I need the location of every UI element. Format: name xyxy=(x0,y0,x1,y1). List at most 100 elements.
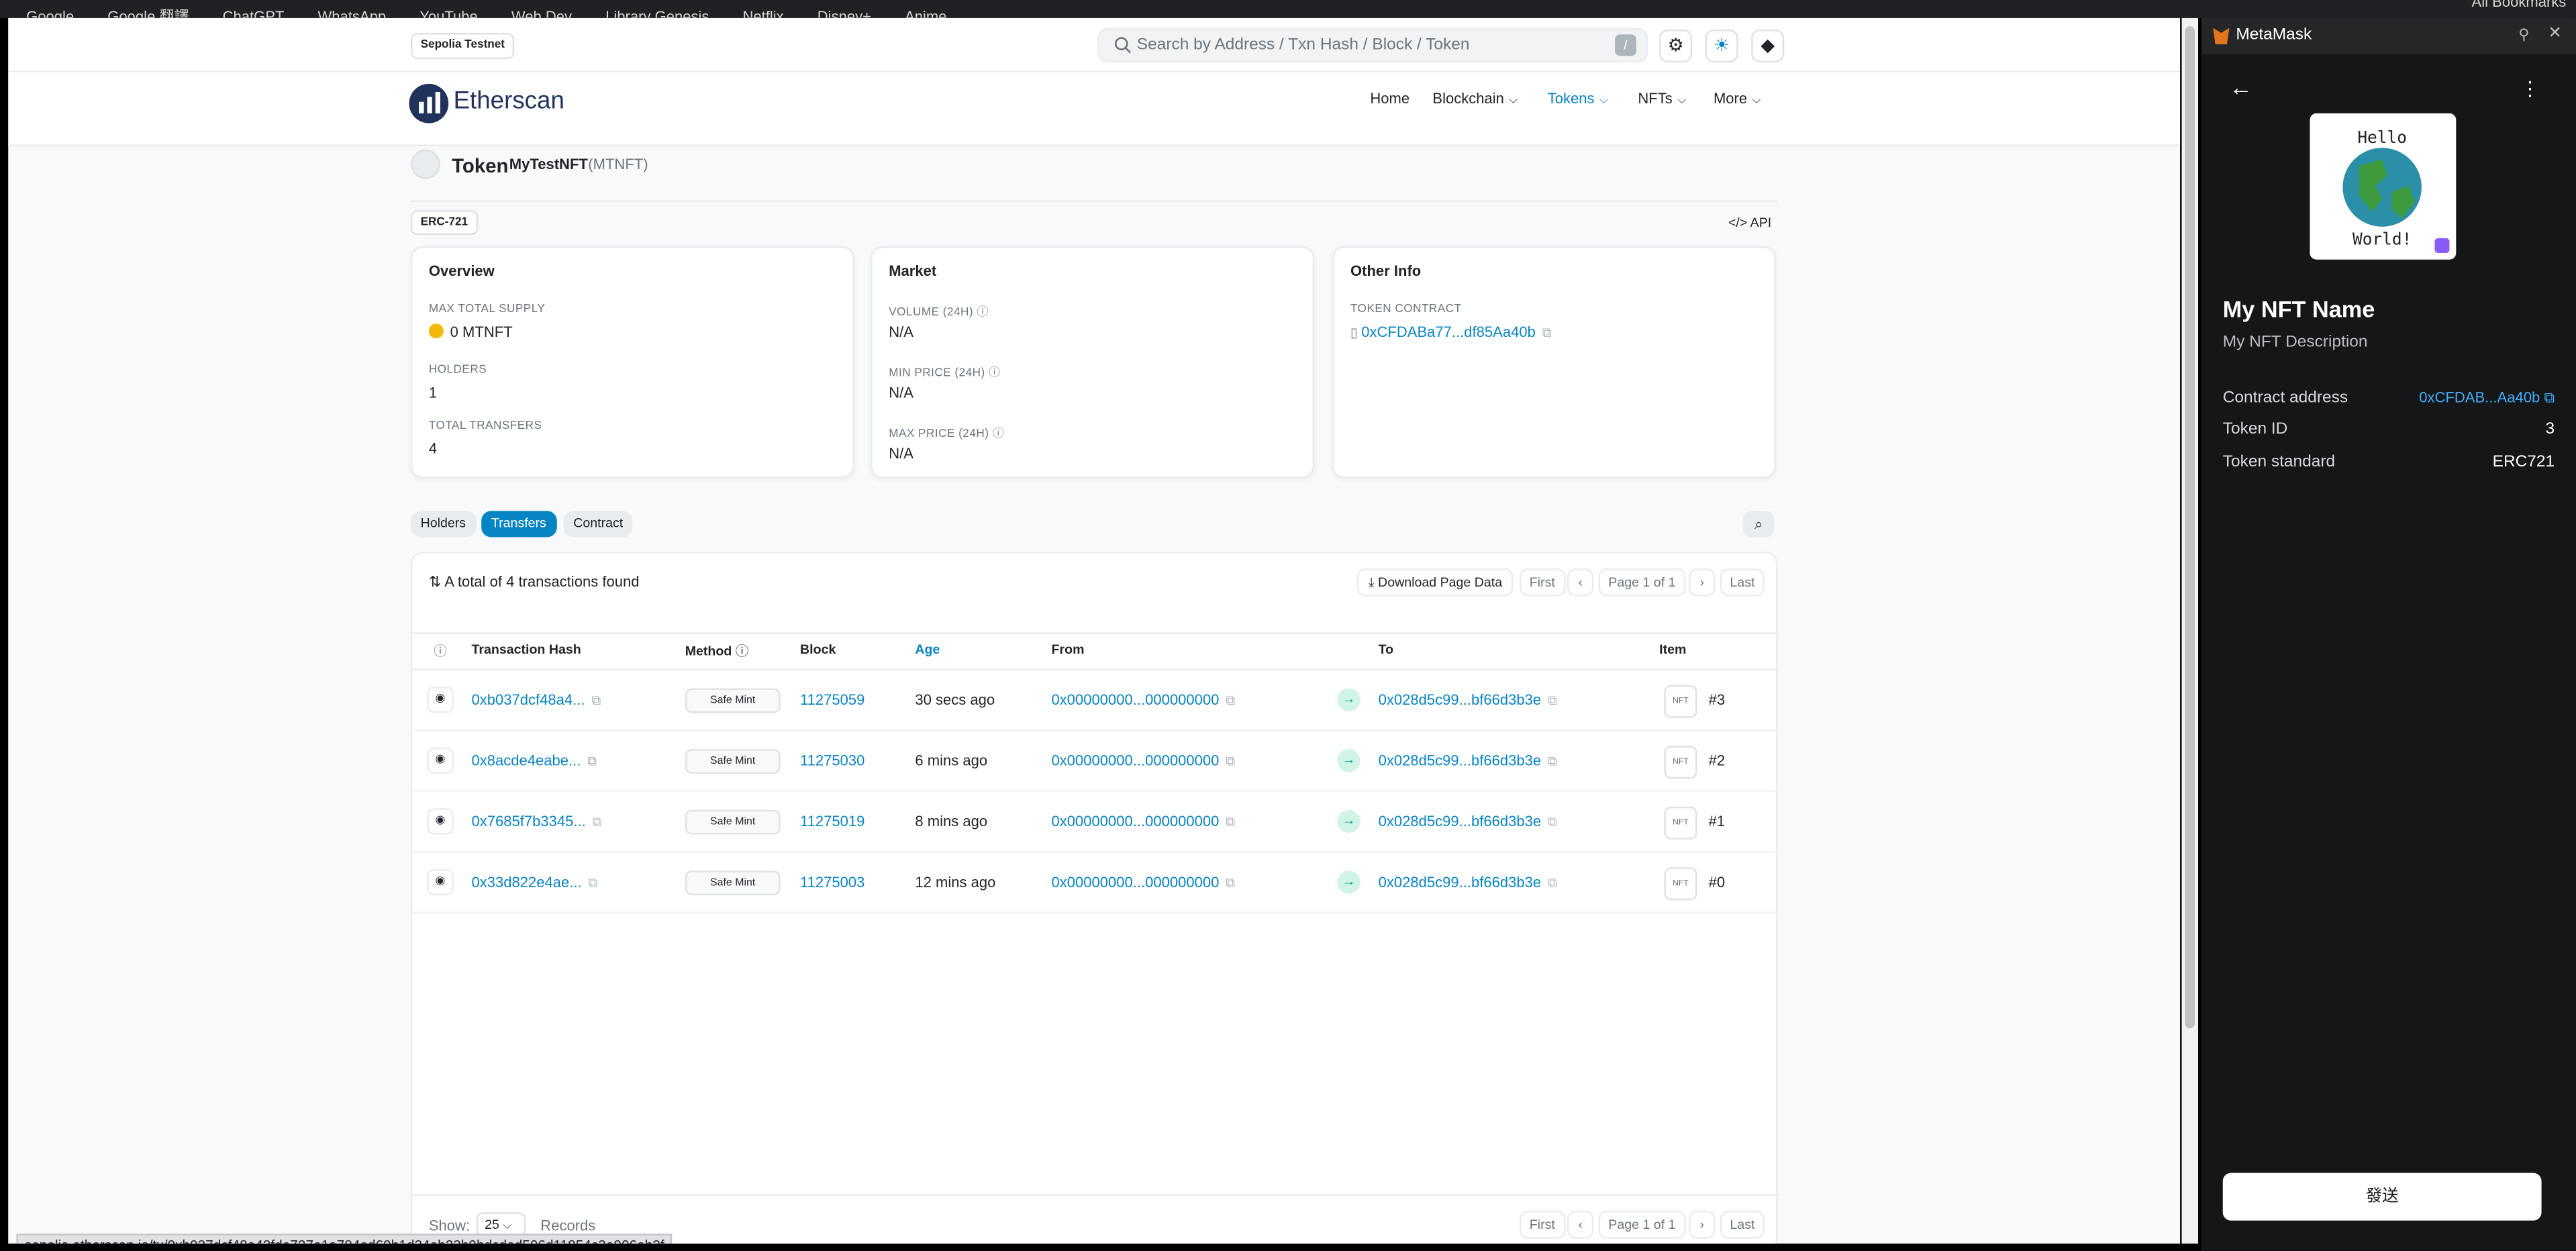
nav-nfts[interactable]: NFTs ⌵ xyxy=(1638,91,1686,109)
settings-icon[interactable]: ⚙ xyxy=(1659,30,1693,63)
to-address-link[interactable]: 0x028d5c99...bf66d3b3e ⧉ xyxy=(1379,874,1557,892)
item-id[interactable]: #1 xyxy=(1709,813,1726,830)
last-page-button[interactable]: Last xyxy=(1720,1210,1765,1239)
tx-hash-link[interactable]: 0xb037dcf48a4... ⧉ xyxy=(471,691,601,709)
copy-icon[interactable]: ⧉ xyxy=(587,754,597,768)
info-icon[interactable]: ⓘ xyxy=(736,644,749,658)
help-icon[interactable]: ⓘ xyxy=(434,642,447,660)
col-age[interactable]: Age xyxy=(915,642,940,657)
document-icon: ▯ xyxy=(1350,325,1362,340)
block-link[interactable]: 11275059 xyxy=(800,691,864,707)
copy-icon[interactable]: ⧉ xyxy=(1226,754,1235,768)
contract-address-value[interactable]: 0xCFDAB...Aa40b ⧉ xyxy=(2419,389,2555,407)
to-address-link[interactable]: 0x028d5c99...bf66d3b3e ⧉ xyxy=(1379,813,1557,832)
item-id[interactable]: #3 xyxy=(1709,691,1726,707)
bookmark-item[interactable]: Netflix xyxy=(742,9,783,17)
sort-icon[interactable]: ⇅ xyxy=(429,573,444,589)
bookmark-item[interactable]: Google 翻譯 xyxy=(107,9,189,17)
bookmark-item[interactable]: Library Genesis xyxy=(605,9,709,17)
ethereum-icon[interactable]: ◆ xyxy=(1751,30,1785,63)
more-options-icon[interactable]: ⋮ xyxy=(2520,77,2540,100)
copy-icon[interactable]: ⧉ xyxy=(1226,876,1235,891)
copy-icon[interactable]: ⧉ xyxy=(1226,815,1235,830)
copy-icon[interactable]: ⧉ xyxy=(588,876,597,891)
summary-text: A total of 4 transactions found xyxy=(444,573,640,590)
table-search-icon[interactable]: ⌕ xyxy=(1743,511,1775,538)
nav-home[interactable]: Home xyxy=(1370,91,1409,107)
token-standard-badge: ERC-721 xyxy=(410,210,478,236)
last-page-button[interactable]: Last xyxy=(1720,568,1765,597)
bookmark-item[interactable]: ChatGPT xyxy=(223,9,285,17)
api-link[interactable]: </> API xyxy=(1728,215,1771,230)
copy-icon[interactable]: ⧉ xyxy=(593,815,602,830)
info-icon[interactable]: ⓘ xyxy=(989,368,1001,379)
page-scrollbar[interactable] xyxy=(2181,17,2199,1244)
tx-hash-link[interactable]: 0x33d822e4ae... ⧉ xyxy=(471,874,597,892)
prev-page-button[interactable]: ‹ xyxy=(1567,568,1594,597)
logo-text[interactable]: Etherscan xyxy=(454,87,564,115)
item-id[interactable]: #2 xyxy=(1709,752,1726,768)
tx-hash-link[interactable]: 0x8acde4eabe... ⧉ xyxy=(471,752,597,770)
bookmark-item[interactable]: WhatsApp xyxy=(317,9,386,17)
first-page-button[interactable]: First xyxy=(1520,568,1565,597)
pin-icon[interactable]: ⚲ xyxy=(2518,26,2529,44)
nft-icon[interactable]: NFT xyxy=(1664,685,1697,718)
tab-holders[interactable]: Holders xyxy=(410,511,476,538)
to-address-link[interactable]: 0x028d5c99...bf66d3b3e ⧉ xyxy=(1379,752,1557,770)
tab-transfers[interactable]: Transfers xyxy=(481,511,556,538)
etherscan-logo-icon[interactable] xyxy=(409,83,449,123)
nav-more[interactable]: More ⌵ xyxy=(1714,91,1761,109)
tab-contract[interactable]: Contract xyxy=(563,511,633,538)
eye-icon[interactable]: ◉ xyxy=(427,868,454,895)
max-supply-text: 0 MTNFT xyxy=(450,323,513,340)
download-button[interactable]: ⤓ Download Page Data xyxy=(1356,568,1514,597)
all-bookmarks[interactable]: All Bookmarks xyxy=(2472,0,2567,10)
to-address-link[interactable]: 0x028d5c99...bf66d3b3e ⧉ xyxy=(1379,691,1557,709)
from-address-text: 0x00000000...000000000 xyxy=(1051,752,1220,769)
next-page-button[interactable]: › xyxy=(1689,568,1716,597)
bookmark-item[interactable]: Anime xyxy=(905,9,946,17)
nft-icon[interactable]: NFT xyxy=(1664,746,1697,779)
copy-icon[interactable]: ⧉ xyxy=(1548,754,1557,768)
eye-icon[interactable]: ◉ xyxy=(427,687,454,713)
item-id[interactable]: #0 xyxy=(1709,874,1726,890)
copy-icon[interactable]: ⧉ xyxy=(1548,693,1557,708)
block-link[interactable]: 11275030 xyxy=(800,752,864,768)
nft-icon[interactable]: NFT xyxy=(1664,867,1697,901)
info-icon[interactable]: ⓘ xyxy=(977,307,989,319)
next-page-button[interactable]: › xyxy=(1689,1210,1716,1239)
send-button[interactable]: 發送 xyxy=(2222,1172,2542,1221)
bookmark-item[interactable]: Google xyxy=(26,9,74,17)
theme-icon[interactable]: ☀ xyxy=(1705,30,1738,63)
first-page-button[interactable]: First xyxy=(1520,1210,1565,1239)
close-icon[interactable]: ✕ xyxy=(2548,25,2562,43)
scrollbar-thumb[interactable] xyxy=(2185,26,2195,1029)
from-address-link[interactable]: 0x00000000...000000000 ⧉ xyxy=(1052,813,1236,832)
copy-icon[interactable]: ⧉ xyxy=(1226,693,1235,708)
copy-icon[interactable]: ⧉ xyxy=(2544,389,2555,405)
nav-blockchain[interactable]: Blockchain ⌵ xyxy=(1432,91,1518,109)
search-input[interactable]: Search by Address / Txn Hash / Block / T… xyxy=(1097,28,1648,63)
tx-hash-link[interactable]: 0x7685f7b3345... ⧉ xyxy=(471,813,601,832)
prev-page-button[interactable]: ‹ xyxy=(1567,1210,1594,1239)
copy-icon[interactable]: ⧉ xyxy=(1548,876,1557,891)
nav-tokens[interactable]: Tokens ⌵ xyxy=(1548,91,1608,109)
from-address-link[interactable]: 0x00000000...000000000 ⧉ xyxy=(1052,874,1236,892)
bookmark-item[interactable]: YouTube xyxy=(419,9,478,17)
copy-icon[interactable]: ⧉ xyxy=(1542,326,1552,340)
eye-icon[interactable]: ◉ xyxy=(427,747,454,774)
eye-icon[interactable]: ◉ xyxy=(427,808,454,835)
bookmark-item[interactable]: Web Dev xyxy=(511,9,572,17)
copy-icon[interactable]: ⧉ xyxy=(591,693,601,708)
arrow-right-icon: → xyxy=(1337,809,1360,833)
info-icon[interactable]: ⓘ xyxy=(993,429,1005,440)
block-link[interactable]: 11275019 xyxy=(800,813,864,830)
back-arrow-icon[interactable]: ← xyxy=(2230,74,2252,100)
token-contract-link[interactable]: ▯ 0xCFDABa77...df85Aa40b ⧉ xyxy=(1350,323,1552,342)
from-address-link[interactable]: 0x00000000...000000000 ⧉ xyxy=(1052,691,1236,709)
nft-icon[interactable]: NFT xyxy=(1664,806,1697,840)
from-address-link[interactable]: 0x00000000...000000000 ⧉ xyxy=(1052,752,1236,770)
block-link[interactable]: 11275003 xyxy=(800,874,864,890)
copy-icon[interactable]: ⧉ xyxy=(1548,815,1557,830)
bookmark-item[interactable]: Disney+ xyxy=(818,9,871,17)
